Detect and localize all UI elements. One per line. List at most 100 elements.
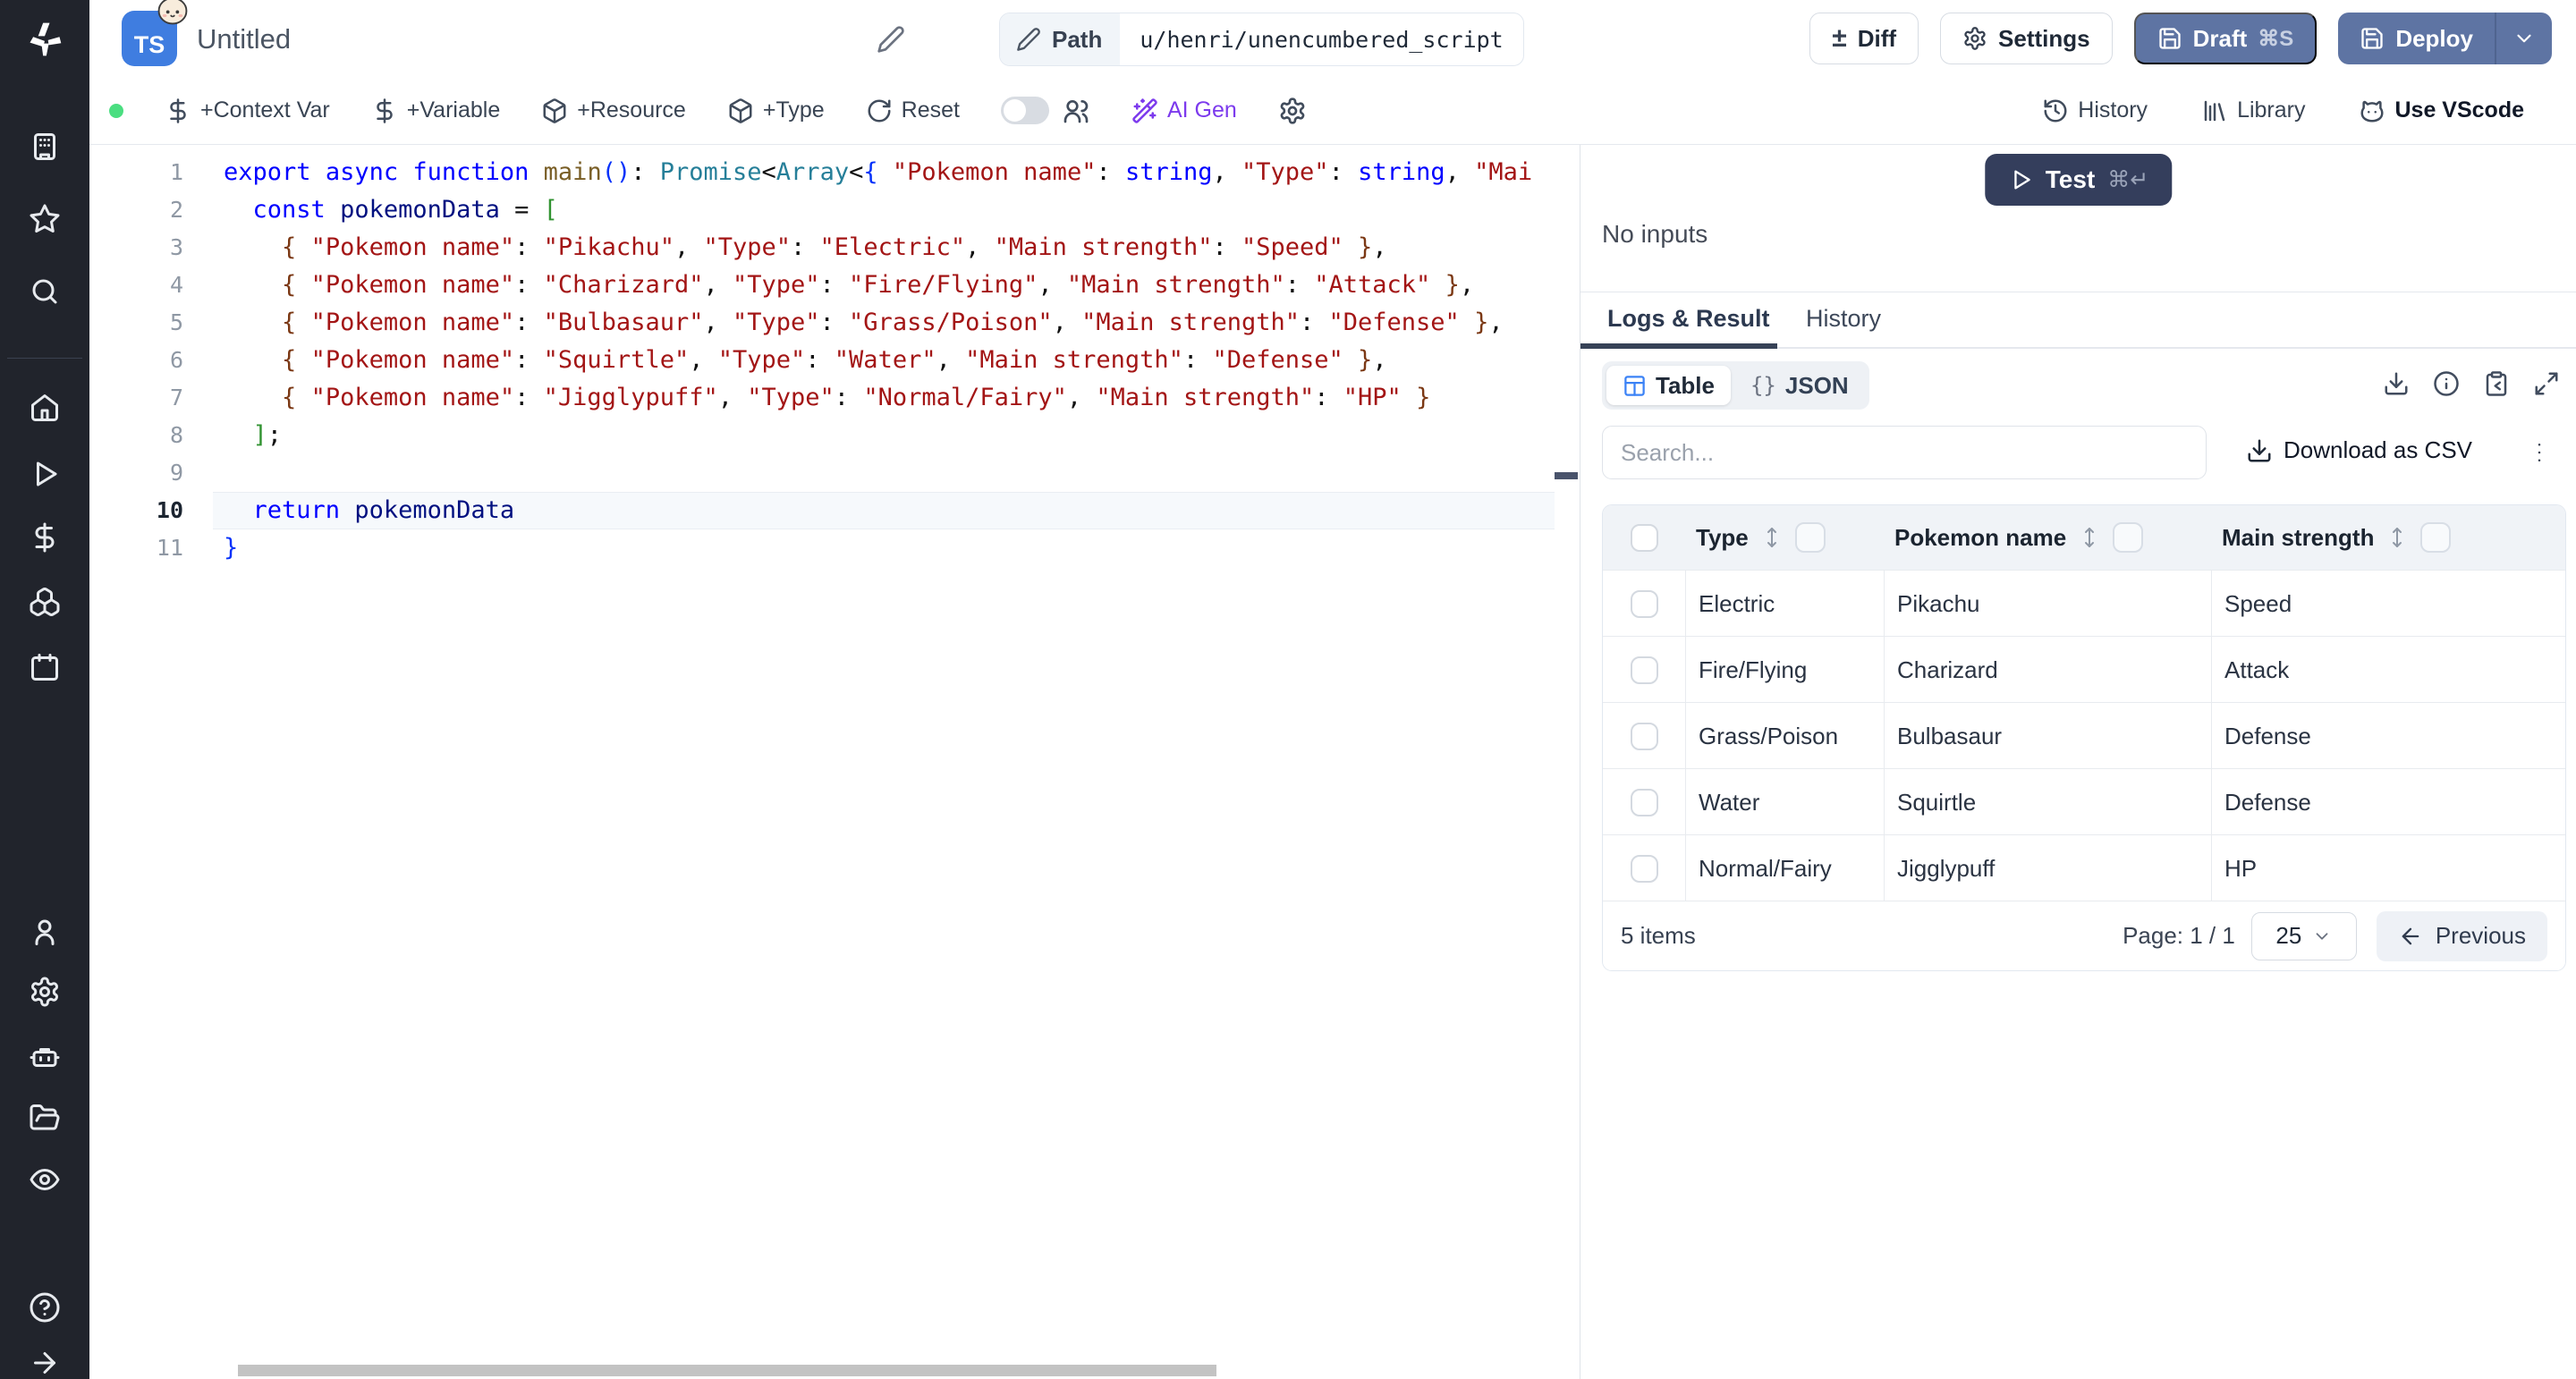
- code-line[interactable]: { "Pokemon name": "Pikachu", "Type": "El…: [224, 229, 1555, 266]
- workspace-building-icon[interactable]: [29, 131, 61, 163]
- home-icon[interactable]: [29, 392, 61, 424]
- row-checkbox[interactable]: [1631, 789, 1658, 816]
- table-cell: Normal/Fairy: [1685, 835, 1884, 901]
- line-number: 3: [89, 229, 183, 266]
- download-result-icon[interactable]: [2383, 370, 2410, 397]
- settings-gear-icon[interactable]: [29, 976, 61, 1008]
- library-button[interactable]: Library: [2201, 97, 2305, 124]
- history-button[interactable]: History: [2042, 97, 2148, 124]
- table-row[interactable]: Grass/PoisonBulbasaurDefense: [1603, 702, 2565, 768]
- previous-page-button[interactable]: Previous: [2377, 911, 2547, 961]
- test-button[interactable]: Test ⌘↵: [1985, 154, 2172, 206]
- view-json-segment[interactable]: {} JSON: [1734, 366, 1865, 405]
- row-checkbox[interactable]: [1631, 590, 1658, 618]
- table-cell: HP: [2211, 835, 2565, 901]
- result-action-icons: [2383, 370, 2560, 397]
- row-checkbox[interactable]: [1631, 723, 1658, 750]
- rotate-icon: [866, 97, 893, 124]
- code-content[interactable]: export async function main(): Promise<Ar…: [224, 154, 1555, 567]
- table-cell: Electric: [1685, 571, 1884, 637]
- sort-icon[interactable]: [2079, 524, 2100, 551]
- code-line[interactable]: export async function main(): Promise<Ar…: [224, 154, 1555, 191]
- favorites-star-icon[interactable]: [29, 203, 61, 235]
- tab-logs-and-result[interactable]: Logs & Result: [1607, 305, 1770, 333]
- folders-icon[interactable]: [29, 1102, 61, 1134]
- tab-history[interactable]: History: [1806, 305, 1881, 333]
- runs-play-icon[interactable]: [29, 458, 61, 490]
- path-value[interactable]: u/henri/unencumbered_script: [1120, 13, 1522, 65]
- code-line[interactable]: { "Pokemon name": "Charizard", "Type": "…: [224, 266, 1555, 304]
- add-resource-button[interactable]: +Resource: [541, 97, 686, 124]
- code-line[interactable]: { "Pokemon name": "Jigglypuff", "Type": …: [224, 379, 1555, 417]
- script-path-field[interactable]: Path u/henri/unencumbered_script: [999, 13, 1524, 66]
- settings-button[interactable]: Settings: [1940, 13, 2113, 64]
- view-table-segment[interactable]: Table: [1606, 366, 1731, 405]
- column-filter-checkbox[interactable]: [2113, 522, 2143, 553]
- expand-sidebar-arrow-icon[interactable]: [29, 1347, 61, 1379]
- collaboration-toggle[interactable]: [1001, 97, 1049, 124]
- ai-gen-button[interactable]: AI Gen: [1131, 97, 1237, 124]
- add-type-button[interactable]: +Type: [727, 97, 825, 124]
- column-filter-checkbox[interactable]: [2420, 522, 2451, 553]
- help-icon[interactable]: [29, 1291, 61, 1324]
- audit-logs-eye-icon[interactable]: [29, 1163, 61, 1196]
- no-inputs-label: No inputs: [1602, 220, 1707, 249]
- code-line[interactable]: }: [224, 529, 1555, 567]
- code-line[interactable]: [224, 454, 1555, 492]
- row-checkbox[interactable]: [1631, 855, 1658, 883]
- table-menu-kebab-icon[interactable]: [2526, 436, 2553, 469]
- code-editor[interactable]: 1234567891011 export async function main…: [89, 145, 1580, 1379]
- sort-icon[interactable]: [1761, 524, 1783, 551]
- download-csv-button[interactable]: Download as CSV: [2246, 436, 2472, 464]
- result-view-toggle: Table {} JSON: [1602, 361, 1869, 410]
- table-row[interactable]: ElectricPikachuSpeed: [1603, 570, 2565, 636]
- table-grid-icon: [1623, 374, 1647, 398]
- copy-result-icon[interactable]: [2483, 370, 2510, 397]
- path-pencil-icon: [1016, 27, 1041, 52]
- table-cell: Speed: [2211, 571, 2565, 637]
- row-checkbox[interactable]: [1631, 656, 1658, 684]
- editor-settings-gear-icon[interactable]: [1278, 97, 1307, 125]
- bun-runtime-icon: [156, 0, 190, 27]
- code-line[interactable]: { "Pokemon name": "Squirtle", "Type": "W…: [224, 342, 1555, 379]
- code-line[interactable]: ];: [224, 417, 1555, 454]
- reset-button[interactable]: Reset: [866, 97, 960, 124]
- column-header-type[interactable]: Type: [1685, 522, 1884, 553]
- users-person-icon[interactable]: [29, 916, 61, 948]
- code-line[interactable]: return pokemonData: [224, 492, 1555, 529]
- code-line[interactable]: const pokemonData = [: [224, 191, 1555, 229]
- add-context-var-button[interactable]: +Context Var: [165, 97, 330, 124]
- variables-dollar-icon[interactable]: [29, 521, 61, 554]
- active-tab-underline: [1580, 343, 1777, 349]
- windmill-script-editor: TS Untitled Path u/henri/unencumbered_sc…: [0, 0, 2576, 1379]
- windmill-logo-icon[interactable]: [25, 20, 64, 59]
- deploy-button[interactable]: Deploy: [2338, 13, 2495, 64]
- diff-button[interactable]: ± Diff: [1809, 13, 1919, 64]
- expand-result-icon[interactable]: [2533, 370, 2560, 397]
- schedules-calendar-icon[interactable]: [29, 651, 61, 683]
- sort-icon[interactable]: [2386, 524, 2408, 551]
- table-row[interactable]: WaterSquirtleDefense: [1603, 768, 2565, 834]
- table-search-input[interactable]: [1602, 426, 2207, 479]
- settings-gear-icon: [1962, 26, 1987, 51]
- use-vscode-button[interactable]: Use VScode: [2359, 97, 2524, 124]
- column-header-main-strength[interactable]: Main strength: [2211, 522, 2565, 553]
- search-icon[interactable]: [29, 275, 61, 308]
- workers-robot-icon[interactable]: [29, 1040, 61, 1072]
- add-variable-button[interactable]: +Variable: [371, 97, 500, 124]
- line-number: 11: [89, 529, 183, 567]
- code-line[interactable]: { "Pokemon name": "Bulbasaur", "Type": "…: [224, 304, 1555, 342]
- table-cell: Fire/Flying: [1685, 637, 1884, 703]
- deploy-dropdown-button[interactable]: [2495, 13, 2552, 64]
- table-row[interactable]: Fire/FlyingCharizardAttack: [1603, 636, 2565, 702]
- resources-boxes-icon[interactable]: [29, 586, 61, 618]
- edit-title-pencil-icon[interactable]: [877, 25, 905, 54]
- draft-button[interactable]: Draft ⌘S: [2134, 13, 2318, 64]
- horizontal-scrollbar[interactable]: [238, 1365, 1216, 1376]
- info-icon[interactable]: [2433, 370, 2460, 397]
- page-size-select[interactable]: 25: [2251, 912, 2357, 960]
- select-all-checkbox[interactable]: [1631, 524, 1658, 552]
- column-filter-checkbox[interactable]: [1795, 522, 1826, 553]
- column-header-pokemon-name[interactable]: Pokemon name: [1884, 522, 2211, 553]
- table-row[interactable]: Normal/FairyJigglypuffHP: [1603, 834, 2565, 901]
